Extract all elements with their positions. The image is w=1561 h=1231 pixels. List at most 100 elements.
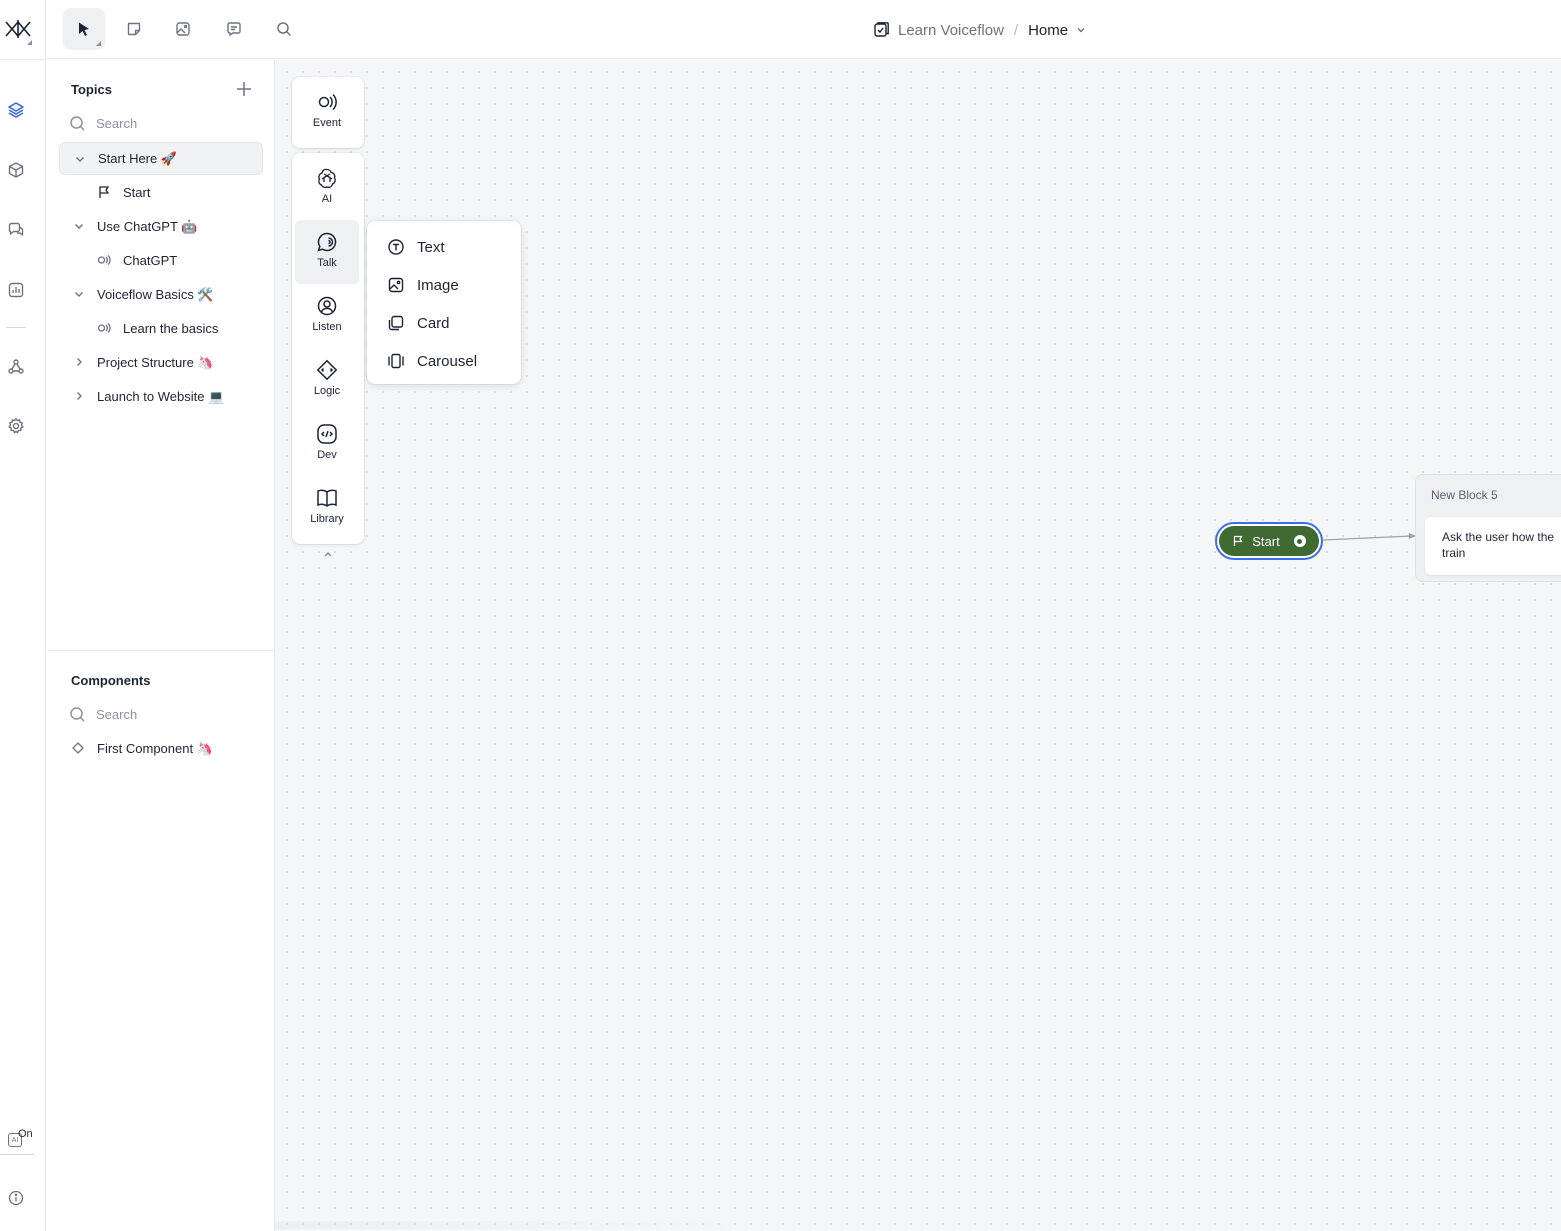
search-icon	[70, 706, 85, 722]
chevron-down-icon[interactable]	[73, 220, 85, 232]
breadcrumb-page[interactable]: Home	[1028, 22, 1068, 39]
chevron-right-icon[interactable]	[73, 390, 85, 402]
talk-speech-icon	[317, 232, 337, 252]
topic-use-chatgpt[interactable]: Use ChatGPT 🤖	[59, 210, 263, 243]
conversations-icon[interactable]	[5, 219, 27, 241]
step-logic[interactable]: Logic	[295, 348, 359, 412]
start-node-output-port[interactable]	[1293, 535, 1306, 547]
components-search-input[interactable]: Search	[69, 704, 137, 724]
block-step-text[interactable]: Ask the user how the train	[1425, 517, 1561, 575]
horizontal-scrollbar[interactable]	[275, 1221, 755, 1229]
image-tool-button[interactable]	[162, 8, 204, 50]
cube-icon[interactable]	[5, 159, 27, 181]
cursor-arrow-icon	[79, 22, 89, 36]
step-dev[interactable]: Dev	[295, 412, 359, 476]
integrations-icon[interactable]	[5, 356, 27, 378]
menu-item-label: Image	[417, 276, 459, 294]
chevron-down-icon[interactable]	[74, 153, 86, 165]
rail-bottom-separator	[0, 1154, 34, 1155]
pointer-tool-button[interactable]	[63, 8, 105, 50]
image-icon	[176, 22, 190, 36]
dev-code-icon	[317, 424, 337, 444]
block-text-line1: Ask the user how the	[1442, 530, 1555, 544]
step-label: Talk	[317, 257, 337, 269]
step-label: AI	[321, 193, 333, 205]
topics-search-input[interactable]: Search	[69, 113, 137, 133]
settings-gear-icon[interactable]	[5, 415, 27, 437]
topic-start-here[interactable]: Start Here 🚀	[59, 142, 263, 175]
comment-icon	[227, 22, 241, 37]
topic-label: Voiceflow Basics 🛠️	[97, 286, 214, 302]
breadcrumb-project[interactable]: Learn Voiceflow	[898, 22, 1004, 39]
event-step-card: Event	[292, 77, 364, 148]
tool-menu-corner-icon	[96, 41, 101, 46]
topics-title: Topics	[71, 82, 112, 97]
nav-rail: AI On	[0, 0, 46, 1231]
block-title: New Block 5	[1431, 488, 1498, 502]
image-icon	[388, 277, 404, 293]
menu-item-label: Carousel	[417, 352, 478, 370]
step-ai[interactable]: AI	[295, 156, 359, 220]
component-label: First Component 🦄	[97, 740, 213, 756]
layers-icon[interactable]	[5, 99, 27, 121]
talk-menu-text[interactable]: Text	[387, 236, 445, 258]
connector-line[interactable]	[1322, 530, 1423, 550]
collapse-toolbox-button[interactable]	[292, 544, 364, 564]
topic-project-structure[interactable]: Project Structure 🦄	[59, 346, 263, 379]
topic-label: Use ChatGPT 🤖	[97, 218, 198, 234]
talk-menu-card[interactable]: Card	[387, 312, 450, 334]
search-icon	[277, 22, 292, 37]
sticky-note-icon	[127, 22, 141, 36]
step-label: Listen	[312, 321, 342, 333]
talk-menu-carousel[interactable]: Carousel	[387, 350, 477, 372]
start-node-label: Start	[1252, 533, 1280, 549]
rail-top-divider	[0, 59, 46, 60]
topic-voiceflow-basics[interactable]: Voiceflow Basics 🛠️	[59, 278, 263, 311]
flag-icon	[99, 186, 110, 198]
ai-toggle-state: On	[18, 1128, 33, 1140]
chevron-down-icon[interactable]	[1076, 25, 1086, 35]
component-first-component[interactable]: First Component 🦄	[59, 732, 263, 765]
step-label: Library	[310, 513, 344, 525]
start-node[interactable]: Start	[1215, 522, 1323, 560]
search-icon	[70, 115, 85, 131]
steps-toolbox: AI Talk Listen Logic Dev Library	[292, 153, 364, 544]
step-talk[interactable]: Talk	[295, 220, 359, 284]
components-divider	[47, 650, 275, 651]
flow-label: Learn the basics	[123, 321, 219, 336]
start-node-body: Start	[1219, 526, 1319, 556]
block-text-line2: train	[1442, 546, 1466, 560]
step-event[interactable]: Event	[295, 80, 359, 144]
breadcrumb: Learn Voiceflow / Home	[872, 18, 1086, 42]
listen-user-icon	[317, 296, 337, 316]
breadcrumb-separator: /	[1013, 21, 1019, 39]
note-tool-button[interactable]	[113, 8, 155, 50]
flow-learn-the-basics[interactable]: Learn the basics	[59, 312, 263, 345]
chevron-right-icon[interactable]	[73, 356, 85, 368]
logic-diamond-icon	[316, 359, 338, 381]
flag-icon	[1234, 535, 1243, 546]
step-listen[interactable]: Listen	[295, 284, 359, 348]
flow-chatgpt[interactable]: ChatGPT	[59, 244, 263, 277]
event-icon	[97, 323, 111, 333]
flow-canvas[interactable]: Event AI Talk Listen Logic Dev Library T…	[275, 60, 1561, 1231]
step-label: Logic	[313, 385, 341, 397]
flow-start[interactable]: Start	[59, 176, 263, 209]
topics-search-placeholder: Search	[96, 115, 138, 131]
search-tool-button[interactable]	[263, 8, 305, 50]
analytics-icon[interactable]	[5, 279, 27, 301]
comment-tool-button[interactable]	[213, 8, 255, 50]
step-library[interactable]: Library	[295, 476, 359, 540]
info-icon[interactable]	[5, 1187, 27, 1209]
add-topic-plus-icon[interactable]	[235, 80, 253, 98]
chevron-up-icon	[324, 551, 332, 557]
talk-menu-image[interactable]: Image	[387, 274, 459, 296]
components-search-placeholder: Search	[96, 706, 138, 722]
library-book-icon	[317, 489, 337, 507]
new-block-5[interactable]: New Block 5 Ask the user how the train	[1415, 474, 1561, 582]
topic-launch-to-website[interactable]: Launch to Website 💻	[59, 380, 263, 413]
text-icon	[388, 239, 404, 255]
chevron-down-icon[interactable]	[73, 288, 85, 300]
openai-icon	[318, 168, 336, 189]
ai-assist-toggle[interactable]: AI On	[6, 1128, 36, 1150]
